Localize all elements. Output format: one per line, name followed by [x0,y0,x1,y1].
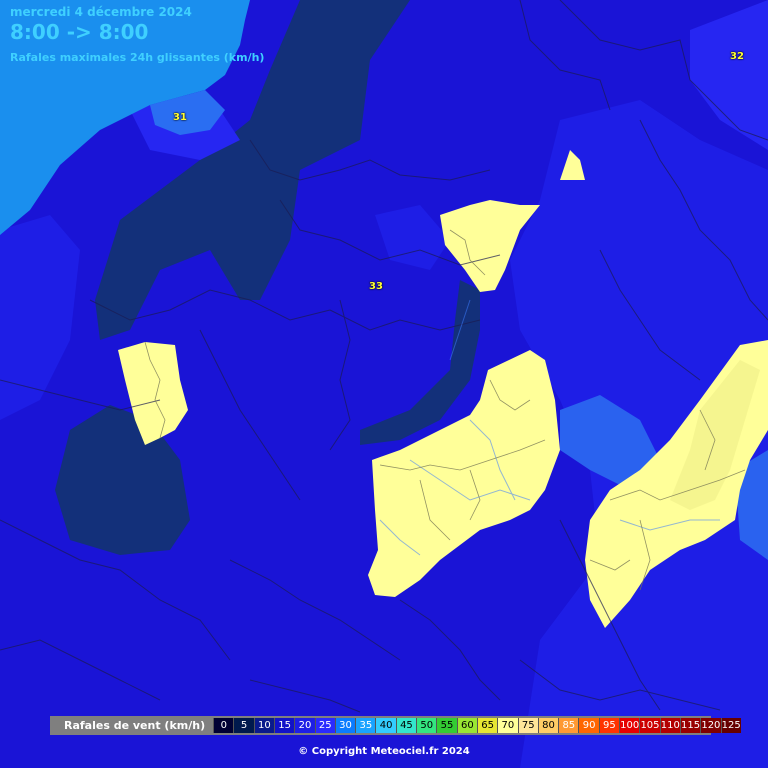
legend-cell: 60 [456,718,477,733]
legend-cell: 80 [537,718,559,733]
legend-cell: 100 [619,718,640,733]
legend-cell: 50 [416,718,437,733]
legend-scale: 0 5 10 15 20 25 30 35 40 45 50 55 60 65 70 75 80 85 90 95 10… [213,718,741,733]
legend-cell: 20 [294,718,315,733]
legend-cell: 55 [436,718,457,733]
map-subtitle: Rafales maximales 24h glissantes (km/h) [10,51,265,64]
legend-cell: 40 [375,718,396,733]
legend-bar: Rafales de vent (km/h) 0 5 10 15 20 25 30 35 40 4… [50,716,741,735]
legend-cell: 10 [253,718,274,733]
legend-cell: 5 [233,718,254,733]
legend-cell: 0 [213,718,234,733]
legend-cell: 35 [355,718,376,733]
value-label-31: 31 [173,112,187,123]
legend-cell: 95 [598,718,620,733]
copyright-text: © Copyright Meteociel.fr 2024 [298,746,470,757]
map-time-range: 8:00 -> 8:00 [10,20,149,44]
legend-cell: 45 [395,718,417,733]
map-date: mercredi 4 décembre 2024 [10,5,192,19]
legend-cell: 120 [700,718,721,733]
legend-cell: 105 [639,718,660,733]
legend-cell: 110 [659,718,680,733]
legend-cell: 90 [578,718,599,733]
legend-cell: 30 [334,718,356,733]
legend-cell: 25 [314,718,335,733]
legend-cell: 125 [720,718,741,733]
value-label-32: 32 [730,51,744,62]
legend-cell: 85 [558,718,579,733]
legend-cell: 65 [476,718,498,733]
legend-cell: 75 [517,718,538,733]
legend-cell: 70 [497,718,518,733]
legend-cell: 115 [679,718,701,733]
legend-title: Rafales de vent (km/h) [64,719,206,732]
value-label-33: 33 [369,281,383,292]
legend-cell: 15 [274,718,295,733]
wind-gust-map [0,0,768,768]
